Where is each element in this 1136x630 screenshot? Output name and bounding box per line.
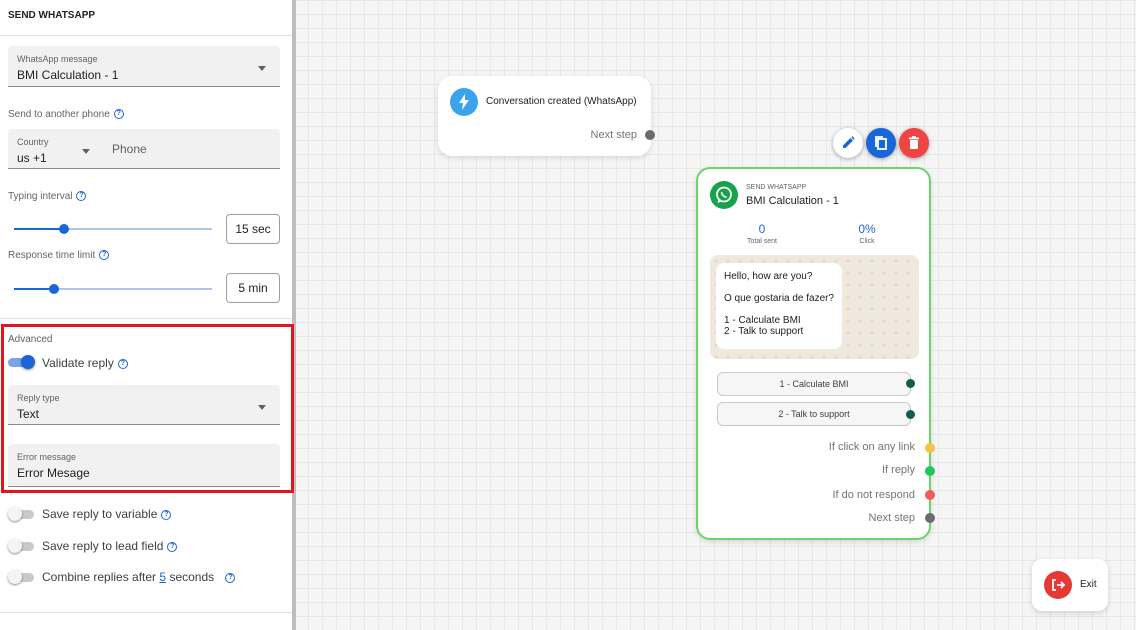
trash-icon [909, 136, 919, 149]
country-caret-icon[interactable] [82, 149, 90, 154]
typing-interval-label: Typing interval? [8, 191, 87, 202]
node-title: BMI Calculation - 1 [746, 195, 839, 207]
output-next-step-label: Next step [868, 512, 915, 524]
help-icon[interactable]: ? [167, 541, 178, 552]
combine-prefix: Combine replies after [42, 570, 157, 584]
help-icon[interactable]: ? [76, 191, 87, 202]
whatsapp-message-value: BMI Calculation - 1 [17, 68, 119, 82]
reply-connector[interactable] [925, 466, 935, 476]
whatsapp-message-select[interactable]: WhatsApp message BMI Calculation - 1 [8, 46, 280, 87]
copy-icon [875, 136, 887, 150]
divider [0, 318, 292, 319]
next-step-connector[interactable] [645, 130, 655, 140]
message-line: O que gostaria de fazer? [724, 293, 835, 304]
no-response-connector[interactable] [925, 490, 935, 500]
help-icon[interactable]: ? [161, 509, 172, 520]
combine-replies-toggle[interactable] [8, 570, 36, 584]
click-rate-value: 0% [858, 222, 876, 236]
lightning-icon-svg [459, 94, 469, 110]
response-limit-text: Response time limit [8, 250, 96, 261]
typing-interval-input[interactable]: 15 sec [226, 214, 280, 244]
divider [0, 612, 292, 613]
reply-option-button[interactable]: 2 - Talk to support [717, 402, 911, 426]
save-variable-toggle[interactable] [8, 507, 36, 521]
send-to-phone-text: Send to another phone [8, 109, 110, 120]
total-sent-value: 0 [758, 222, 766, 236]
whatsapp-icon [710, 181, 738, 209]
combine-seconds-input[interactable]: 5 [159, 570, 166, 584]
output-reply-label: If reply [881, 464, 915, 476]
panel-title: SEND WHATSAPP [0, 0, 292, 36]
exit-icon-svg [1052, 579, 1066, 591]
copy-node-button[interactable] [866, 128, 896, 158]
reply-option-button[interactable]: 1 - Calculate BMI [717, 372, 911, 396]
slider-fill [14, 228, 64, 230]
trigger-next-step-label: Next step [590, 129, 637, 141]
click-link-connector[interactable] [925, 443, 935, 453]
trigger-node-title: Conversation created (WhatsApp) [486, 96, 637, 107]
help-icon[interactable]: ? [113, 109, 124, 120]
combine-suffix: seconds [169, 570, 215, 584]
help-icon[interactable]: ? [99, 250, 110, 261]
whatsapp-message-label: WhatsApp message [17, 54, 98, 64]
lightning-icon [450, 88, 478, 116]
output-no-response-label: If do not respond [832, 489, 915, 501]
save-variable-label: Save reply to variable? [42, 507, 172, 521]
dropdown-caret-icon [258, 66, 266, 71]
advanced-section-highlight [1, 324, 294, 493]
message-line: 2 - Talk to support [724, 326, 804, 337]
next-step-connector[interactable] [925, 513, 935, 523]
message-preview: Hello, how are you? O que gostaria de fa… [710, 255, 919, 359]
option-connector[interactable] [906, 379, 915, 388]
toggle-knob [8, 507, 22, 521]
exit-label: Exit [1080, 579, 1097, 590]
option-connector[interactable] [906, 410, 915, 419]
message-line: 1 - Calculate BMI [724, 315, 801, 326]
save-lead-toggle[interactable] [8, 539, 36, 553]
response-limit-slider[interactable] [14, 284, 212, 294]
typing-interval-text: Typing interval [8, 191, 73, 202]
total-sent-label: Total sent [747, 238, 777, 245]
response-limit-label: Response time limit? [8, 250, 110, 261]
phone-field: Country us +1 Phone [8, 129, 280, 169]
country-label: Country [17, 137, 49, 147]
phone-input[interactable]: Phone [112, 142, 147, 156]
send-to-phone-label: Send to another phone? [8, 109, 124, 120]
combine-replies-label: Combine replies after 5 seconds ? [42, 570, 236, 584]
save-lead-label: Save reply to lead field? [42, 539, 178, 553]
node-kind-label: SEND WHATSAPP [746, 184, 807, 191]
whatsapp-icon-svg [716, 186, 732, 203]
toggle-knob [8, 570, 22, 584]
settings-panel: SEND WHATSAPP WhatsApp message BMI Calcu… [0, 0, 296, 630]
save-lead-text: Save reply to lead field [42, 539, 164, 553]
save-variable-text: Save reply to variable [42, 507, 158, 521]
click-rate-label: Click [859, 238, 875, 245]
message-line: Hello, how are you? [724, 271, 813, 282]
delete-node-button[interactable] [899, 128, 929, 158]
response-limit-input[interactable]: 5 min [226, 273, 280, 303]
country-value[interactable]: us +1 [17, 151, 47, 165]
edit-node-button[interactable] [833, 128, 863, 158]
message-bubble: Hello, how are you? O que gostaria de fa… [716, 263, 842, 349]
pencil-icon [843, 136, 855, 148]
output-click-link-label: If click on any link [828, 441, 915, 453]
toggle-knob [8, 539, 22, 553]
slider-thumb[interactable] [48, 284, 59, 294]
exit-icon [1044, 571, 1072, 599]
slider-fill [14, 288, 54, 290]
trigger-node[interactable]: Conversation created (WhatsApp) Next ste… [438, 76, 655, 156]
exit-button[interactable]: Exit [1032, 559, 1108, 611]
slider-thumb[interactable] [58, 224, 69, 234]
typing-interval-slider[interactable] [14, 224, 212, 234]
help-icon[interactable]: ? [225, 572, 236, 583]
send-whatsapp-node[interactable]: SEND WHATSAPP BMI Calculation - 1 0 Tota… [696, 167, 935, 540]
